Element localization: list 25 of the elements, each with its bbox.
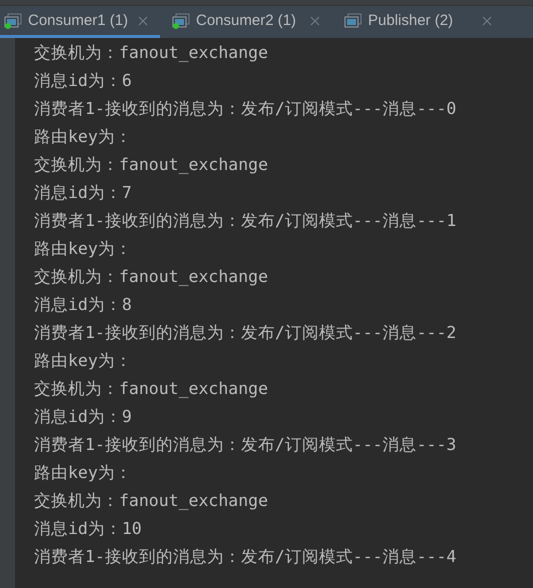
console-line: 路由key为： [34,462,133,484]
console-line: 消费者1-接收到的消息为：发布/订阅模式---消息---2 [34,322,456,344]
console-line: 交换机为：fanout_exchange [34,266,270,288]
console-line: 消息id为：10 [34,518,143,540]
console-line: 消息id为：8 [34,294,133,316]
close-icon[interactable] [138,16,148,26]
run-tab[interactable]: Consumer2 (1) [160,6,332,38]
console-line: 交换机为：fanout_exchange [34,154,270,176]
console-line: 路由key为： [34,238,133,260]
console-line: 路由key为： [34,126,133,148]
console-line: 交换机为：fanout_exchange [34,490,270,512]
close-icon[interactable] [310,16,320,26]
console-line: 消费者1-接收到的消息为：发布/订阅模式---消息---4 [34,546,456,568]
console-line: 消息id为：6 [34,70,133,92]
run-tab[interactable]: Publisher (2) [332,6,504,38]
console-line: 消费者1-接收到的消息为：发布/订阅模式---消息---0 [34,98,456,120]
console-line: 路由key为： [34,350,133,372]
console-line: 消息id为：9 [34,406,133,428]
console-line: 消费者1-接收到的消息为：发布/订阅模式---消息---1 [34,210,456,232]
console-line: 消息id为：7 [34,182,133,204]
console-line: 交换机为：fanout_exchange [34,378,270,400]
console-line: 消费者1-接收到的消息为：发布/订阅模式---消息---3 [34,434,456,456]
console-line: 交换机为：fanout_exchange [34,42,270,64]
close-icon[interactable] [482,16,492,26]
run-tab[interactable]: Consumer1 (1) [0,6,160,38]
